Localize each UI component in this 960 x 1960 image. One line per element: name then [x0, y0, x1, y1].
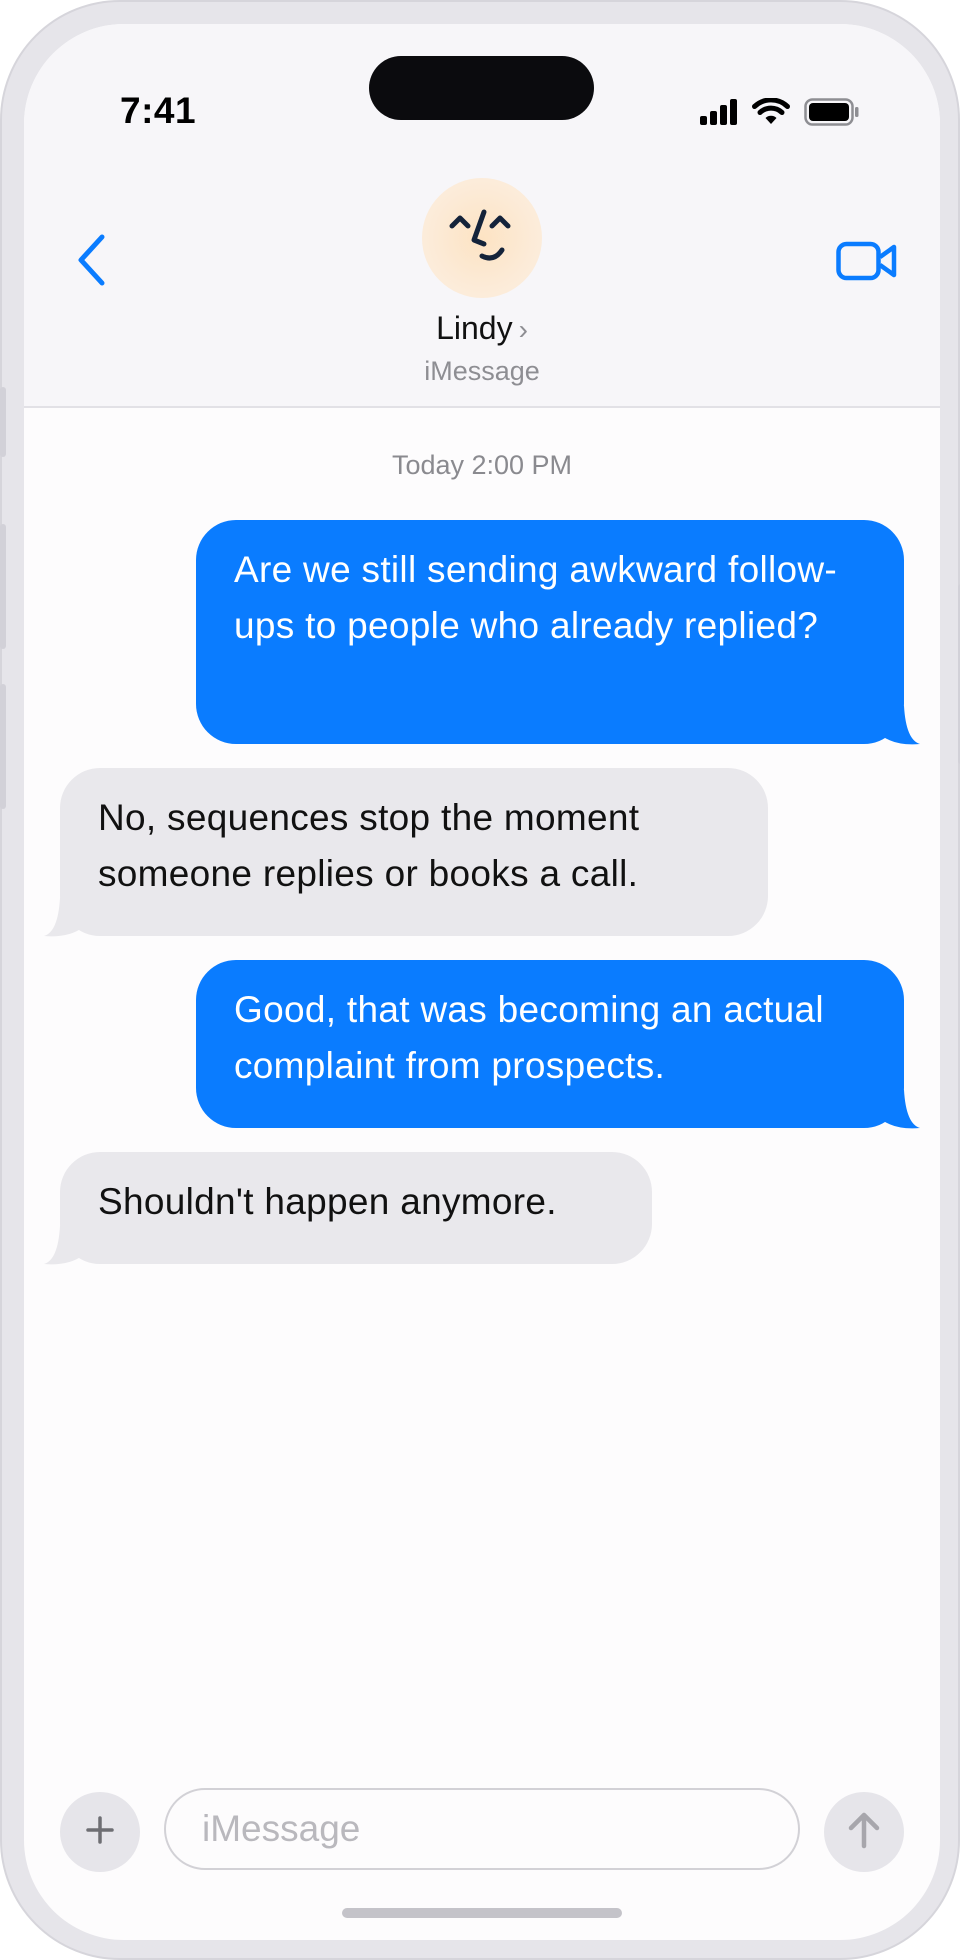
apps-plus-button[interactable] — [60, 1792, 140, 1872]
plus-icon — [85, 1815, 115, 1850]
action-button — [0, 387, 6, 457]
sent-message-bubble[interactable]: Are we still sending awkward follow-ups … — [196, 520, 904, 744]
composer-bar: iMessage — [24, 1784, 940, 1884]
service-label: iMessage — [424, 356, 540, 386]
facetime-video-button[interactable] — [832, 238, 902, 288]
arrow-up-icon — [846, 1810, 882, 1855]
wifi-icon — [752, 97, 790, 131]
sent-message-bubble[interactable]: Good, that was becoming an actual compla… — [196, 960, 904, 1128]
message-input[interactable]: iMessage — [164, 1788, 800, 1870]
bubble-tail — [44, 1226, 82, 1265]
status-bar: 7:41 — [24, 24, 940, 144]
contact-name: Lindy — [436, 310, 513, 346]
chevron-right-icon: › — [518, 314, 528, 345]
phone-frame: 7:41 Lindy › iMessage Today 2:00 PM Are … — [0, 0, 960, 1960]
bubble-tail — [44, 898, 82, 937]
send-button[interactable] — [824, 1792, 904, 1872]
dynamic-island — [369, 56, 594, 120]
thread-timestamp: Today 2:00 PM — [391, 450, 573, 480]
received-message-bubble[interactable]: No, sequences stop the moment someone re… — [60, 768, 768, 936]
smiley-face-icon — [442, 196, 522, 281]
message-text: No, sequences stop the moment someone re… — [98, 797, 640, 894]
chevron-left-icon — [76, 234, 106, 291]
status-icons — [700, 97, 860, 131]
message-text: Are we still sending awkward follow-ups … — [234, 549, 838, 646]
bubble-tail — [882, 706, 920, 745]
message-text: Good, that was becoming an actual compla… — [234, 989, 824, 1086]
volume-down-button — [0, 684, 6, 809]
volume-up-button — [0, 524, 6, 649]
bubble-tail — [882, 1090, 920, 1129]
home-indicator[interactable] — [342, 1908, 622, 1918]
video-camera-icon — [836, 240, 898, 287]
back-button[interactable] — [66, 232, 116, 292]
conversation-header: Lindy › iMessage — [24, 144, 940, 408]
received-message-bubble[interactable]: Shouldn't happen anymore. — [60, 1152, 652, 1264]
contact-avatar[interactable] — [422, 178, 542, 298]
battery-icon — [804, 98, 860, 131]
contact-name-row[interactable]: Lindy › — [24, 308, 940, 350]
status-time: 7:41 — [120, 90, 197, 131]
message-text: Shouldn't happen anymore. — [98, 1181, 557, 1222]
cellular-signal-icon — [700, 99, 738, 130]
screen: 7:41 Lindy › iMessage Today 2:00 PM Are … — [24, 24, 940, 1940]
